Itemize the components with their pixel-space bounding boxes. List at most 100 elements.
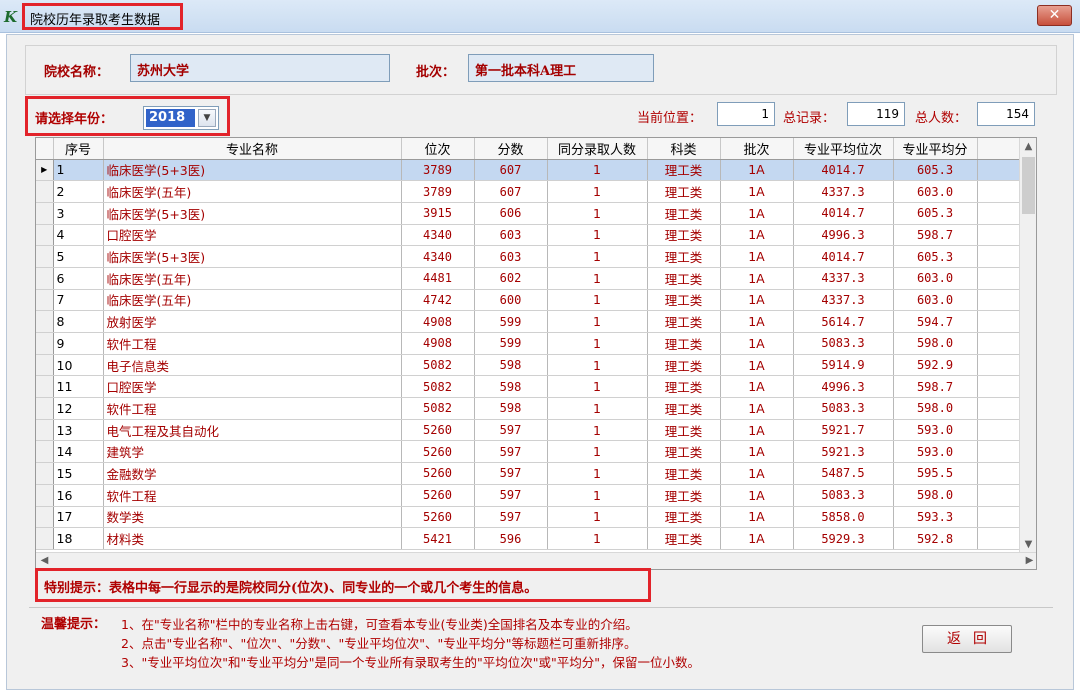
cell-avg-score: 605.3 [893, 202, 978, 225]
cell-category: 理工类 [647, 202, 721, 225]
row-indicator[interactable] [36, 440, 54, 464]
cell-rank: 5260 [401, 506, 475, 529]
vertical-scrollbar[interactable]: ▲ ▼ [1019, 138, 1036, 553]
row-indicator[interactable] [36, 332, 54, 355]
column-header[interactable]: 序号 [53, 138, 104, 160]
column-header[interactable]: 位次 [401, 138, 475, 160]
cell-major[interactable]: 金融数学 [103, 462, 402, 485]
table-row[interactable]: 17 数学类 5260 597 1 理工类 1A 5858.0 593.3 [36, 506, 1022, 529]
admission-data-grid[interactable]: 序号 专业名称 位次 分数 同分录取人数 科类 批次 专业平均位次 专业平均分 … [35, 137, 1037, 570]
row-indicator[interactable] [36, 506, 54, 529]
cell-category: 理工类 [647, 224, 721, 247]
cell-same-score-count: 1 [547, 375, 648, 399]
cell-major[interactable]: 口腔医学 [103, 375, 402, 399]
cell-major[interactable]: 材料类 [103, 527, 402, 550]
column-header[interactable]: 分数 [474, 138, 548, 160]
cell-avg-score: 603.0 [893, 267, 978, 290]
row-indicator[interactable] [36, 180, 54, 203]
cell-major[interactable]: 临床医学(五年) [103, 267, 402, 290]
cell-seq: 14 [53, 440, 104, 464]
table-row[interactable]: 13 电气工程及其自动化 5260 597 1 理工类 1A 5921.7 593.0 [36, 419, 1022, 442]
cell-major[interactable]: 软件工程 [103, 397, 402, 420]
row-indicator[interactable]: ▶ [36, 159, 54, 182]
cell-avg-score: 592.8 [893, 527, 978, 550]
table-row[interactable]: 3 临床医学(5+3医) 3915 606 1 理工类 1A 4014.7 605.3 [36, 202, 1022, 225]
table-row[interactable]: 10 电子信息类 5082 598 1 理工类 1A 5914.9 592.9 [36, 354, 1022, 377]
table-row[interactable]: 5 临床医学(5+3医) 4340 603 1 理工类 1A 4014.7 605.3 [36, 245, 1022, 268]
batch-label: 批次： [416, 65, 456, 80]
row-indicator[interactable] [36, 397, 54, 420]
back-button[interactable]: 返回 [922, 625, 1012, 653]
column-header[interactable]: 同分录取人数 [547, 138, 648, 160]
cell-major[interactable]: 软件工程 [103, 484, 402, 507]
cell-same-score-count: 1 [547, 440, 648, 464]
cell-batch: 1A [720, 506, 794, 529]
table-row[interactable]: 4 口腔医学 4340 603 1 理工类 1A 4996.3 598.7 [36, 224, 1022, 247]
table-row[interactable]: 2 临床医学(五年) 3789 607 1 理工类 1A 4337.3 603.0 [36, 180, 1022, 203]
cell-major[interactable]: 口腔医学 [103, 224, 402, 247]
scroll-thumb[interactable] [1022, 157, 1035, 214]
cell-category: 理工类 [647, 159, 721, 182]
row-indicator[interactable] [36, 289, 54, 312]
cell-rank: 5082 [401, 354, 475, 377]
row-indicator[interactable] [36, 202, 54, 225]
scroll-up-icon[interactable]: ▲ [1020, 138, 1036, 155]
cell-major[interactable]: 软件工程 [103, 332, 402, 355]
row-indicator[interactable] [36, 527, 54, 550]
cell-avg-rank: 5083.3 [793, 332, 894, 355]
close-button[interactable]: ✕ [1037, 5, 1072, 26]
title-bar: K 院校历年录取考生数据 ✕ [0, 0, 1080, 33]
cell-score: 607 [474, 159, 548, 182]
row-indicator[interactable] [36, 245, 54, 268]
table-row[interactable]: 18 材料类 5421 596 1 理工类 1A 5929.3 592.8 [36, 527, 1022, 550]
scroll-right-icon[interactable]: ▶ [1021, 553, 1036, 569]
row-indicator[interactable] [36, 224, 54, 247]
cell-major[interactable]: 临床医学(五年) [103, 180, 402, 203]
row-indicator[interactable] [36, 267, 54, 290]
scroll-down-icon[interactable]: ▼ [1020, 536, 1036, 553]
table-row[interactable]: 11 口腔医学 5082 598 1 理工类 1A 4996.3 598.7 [36, 375, 1022, 399]
cell-batch: 1A [720, 159, 794, 182]
tips-label: 温馨提示： [41, 617, 107, 632]
row-filler [977, 224, 1022, 247]
column-header[interactable]: 批次 [720, 138, 794, 160]
row-indicator[interactable] [36, 310, 54, 333]
cell-rank: 4908 [401, 332, 475, 355]
year-select[interactable]: 2018 ▼ [143, 106, 219, 130]
admission-table: 序号 专业名称 位次 分数 同分录取人数 科类 批次 专业平均位次 专业平均分 … [36, 138, 1022, 550]
row-filler [977, 397, 1022, 420]
table-row[interactable]: 15 金融数学 5260 597 1 理工类 1A 5487.5 595.5 [36, 462, 1022, 485]
table-row[interactable]: 6 临床医学(五年) 4481 602 1 理工类 1A 4337.3 603.0 [36, 267, 1022, 290]
table-row[interactable]: 12 软件工程 5082 598 1 理工类 1A 5083.3 598.0 [36, 397, 1022, 420]
column-header[interactable]: 科类 [647, 138, 721, 160]
row-indicator[interactable] [36, 375, 54, 399]
column-header[interactable]: 专业平均分 [893, 138, 978, 160]
table-row[interactable]: 8 放射医学 4908 599 1 理工类 1A 5614.7 594.7 [36, 310, 1022, 333]
cell-category: 理工类 [647, 310, 721, 333]
row-indicator[interactable] [36, 462, 54, 485]
cell-avg-rank: 5614.7 [793, 310, 894, 333]
cell-same-score-count: 1 [547, 267, 648, 290]
cell-major[interactable]: 临床医学(5+3医) [103, 245, 402, 268]
cell-major[interactable]: 临床医学(五年) [103, 289, 402, 312]
cell-major[interactable]: 建筑学 [103, 440, 402, 464]
table-row[interactable]: 14 建筑学 5260 597 1 理工类 1A 5921.3 593.0 [36, 440, 1022, 464]
row-indicator[interactable] [36, 354, 54, 377]
cell-major[interactable]: 放射医学 [103, 310, 402, 333]
table-row[interactable]: 16 软件工程 5260 597 1 理工类 1A 5083.3 598.0 [36, 484, 1022, 507]
row-filler [977, 354, 1022, 377]
table-row[interactable]: 9 软件工程 4908 599 1 理工类 1A 5083.3 598.0 [36, 332, 1022, 355]
column-header[interactable]: 专业平均位次 [793, 138, 894, 160]
column-header[interactable]: 专业名称 [103, 138, 402, 160]
cell-major[interactable]: 数学类 [103, 506, 402, 529]
row-indicator[interactable] [36, 419, 54, 442]
cell-major[interactable]: 临床医学(5+3医) [103, 202, 402, 225]
table-row[interactable]: 7 临床医学(五年) 4742 600 1 理工类 1A 4337.3 603.0 [36, 289, 1022, 312]
table-row[interactable]: ▶ 1 临床医学(5+3医) 3789 607 1 理工类 1A 4014.7 605.3 [36, 159, 1022, 182]
chevron-down-icon[interactable]: ▼ [198, 109, 216, 127]
row-indicator[interactable] [36, 484, 54, 507]
horizontal-scrollbar[interactable]: ◀ ▶ [36, 552, 1036, 569]
cell-major[interactable]: 电气工程及其自动化 [103, 419, 402, 442]
cell-major[interactable]: 临床医学(5+3医) [103, 159, 402, 182]
cell-major[interactable]: 电子信息类 [103, 354, 402, 377]
